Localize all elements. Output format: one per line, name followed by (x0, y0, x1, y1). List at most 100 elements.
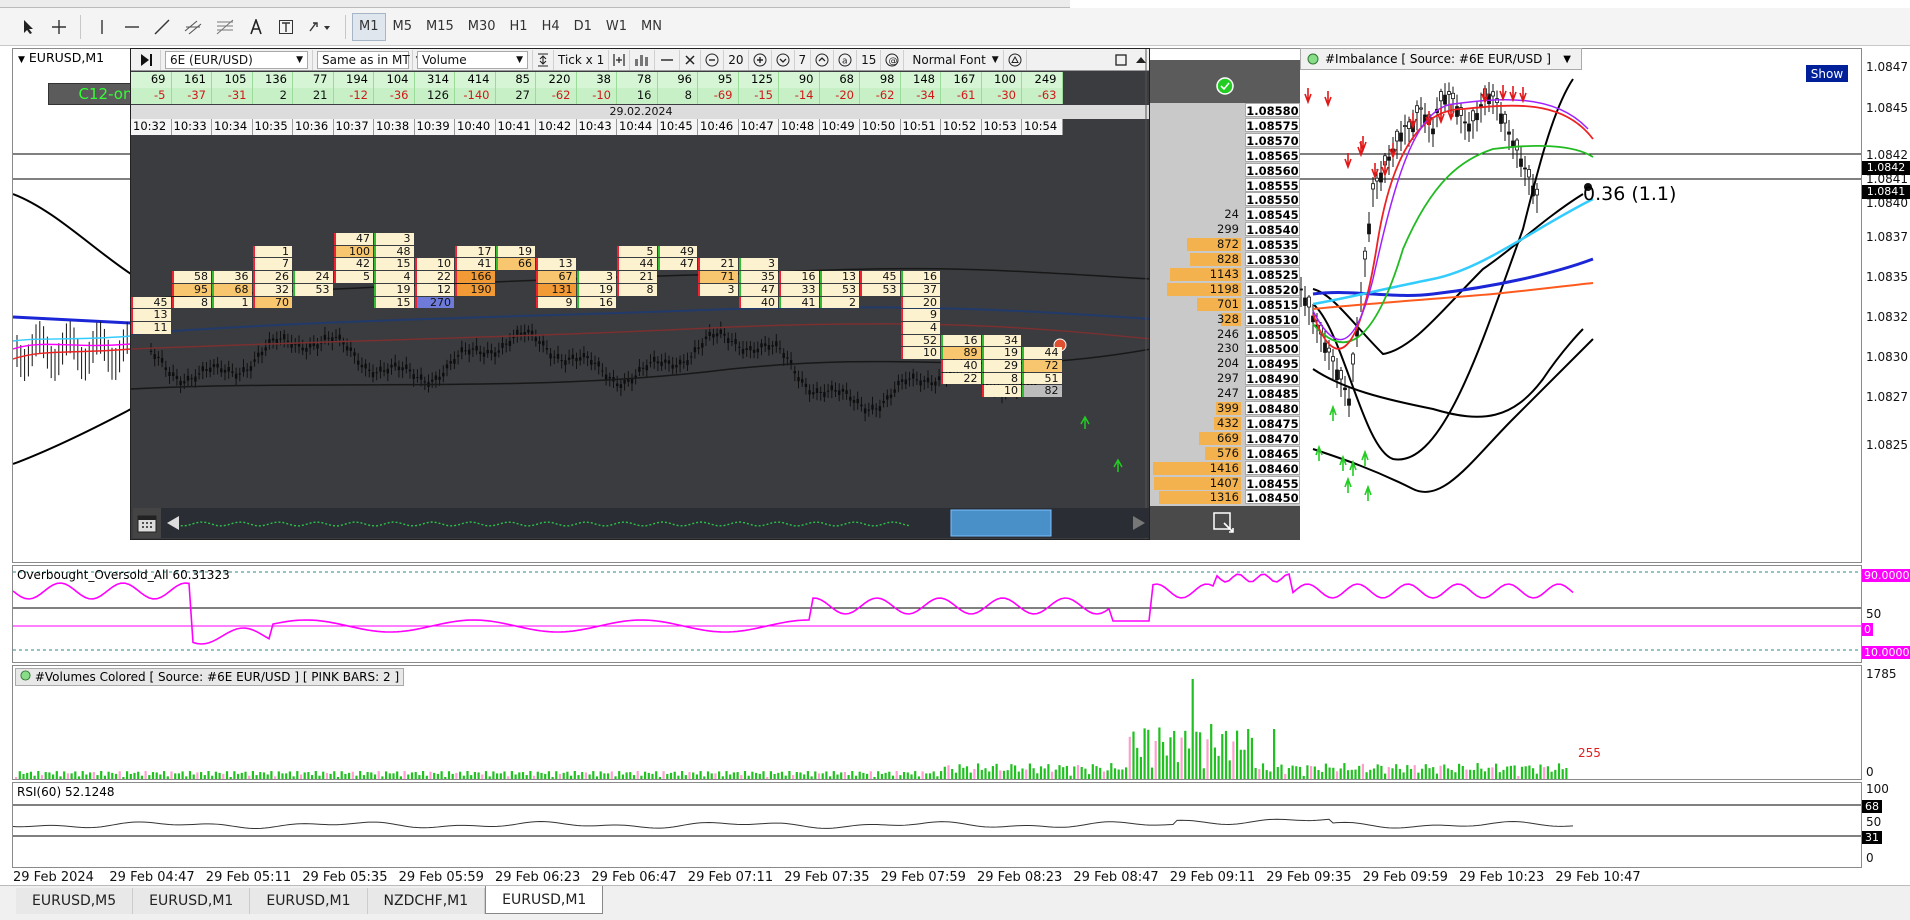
footprint-cell[interactable]: 15 (374, 296, 414, 309)
sort-button[interactable] (533, 49, 554, 70)
maximize-button[interactable] (1111, 50, 1131, 70)
metric-select[interactable]: Volume ▼ (413, 49, 533, 70)
ladder-price[interactable]: 1.08500 (1245, 341, 1300, 356)
footprint-cell[interactable]: 47 (333, 233, 373, 245)
footprint-cell[interactable]: 24 (293, 271, 333, 283)
alert-a-button[interactable]: a (834, 49, 858, 70)
footprint-cell[interactable]: 72 (1022, 360, 1062, 372)
alert-b-button[interactable]: @ (881, 49, 905, 70)
footprint-cell[interactable]: 37 (900, 283, 940, 296)
footprint-cell[interactable]: 40 (738, 296, 778, 309)
ladder-price[interactable]: 1.08450 (1245, 490, 1300, 505)
footprint-cell[interactable]: 47 (738, 283, 778, 296)
footprint-cell[interactable]: 45 (860, 271, 900, 283)
footprint-cell[interactable]: 22 (414, 271, 454, 283)
footprint-cell[interactable]: 19 (374, 283, 414, 296)
play-button[interactable] (131, 49, 161, 70)
footprint-cell[interactable]: 1 (212, 296, 252, 309)
tab-eurusd-m1[interactable]: EURUSD,M1 (485, 886, 604, 914)
show-button[interactable]: Show (1805, 64, 1849, 83)
ladder-price[interactable]: 1.08520 (1245, 281, 1300, 297)
footprint-cell[interactable]: 11 (131, 322, 171, 334)
warning-button[interactable] (1004, 49, 1028, 70)
footprint-cell[interactable]: 26 (252, 271, 292, 283)
tab-eurusd-m5[interactable]: EURUSD,M5 (16, 888, 134, 914)
ladder-price[interactable]: 1.08530 (1245, 252, 1300, 267)
footprint-cell[interactable]: 89 (941, 347, 981, 360)
footprint-cell[interactable]: 12 (414, 283, 454, 296)
price-scale[interactable]: 1.0847 1.0845 1.0842 1.0841 1.0840 1.0837 1.08… (1862, 48, 1910, 563)
ladder-price[interactable]: 1.08545 (1245, 207, 1300, 222)
footprint-cell[interactable]: 7 (252, 258, 292, 271)
orderflow-scroller[interactable] (161, 508, 1149, 538)
timeframe-m5[interactable]: M5 (386, 13, 420, 41)
footprint-cell[interactable]: 53 (293, 283, 333, 296)
footprint-cell[interactable]: 20 (900, 296, 940, 309)
footprint-cell[interactable]: 4 (900, 322, 940, 334)
footprint-cell[interactable]: 52 (900, 334, 940, 347)
timeframe-m1[interactable]: M1 (352, 12, 386, 41)
footprint-cell[interactable]: 13 (819, 271, 859, 283)
footprint-cell[interactable]: 16 (900, 271, 940, 283)
instrument-select[interactable]: 6E (EUR/USD) ▼ (161, 49, 313, 70)
footprint-cell[interactable]: 71 (698, 271, 738, 283)
level-down-button[interactable] (772, 49, 795, 70)
footprint-cell[interactable]: 190 (455, 283, 495, 296)
ladder-price[interactable]: 1.08505 (1245, 326, 1300, 342)
ladder-price[interactable]: 1.08540 (1245, 222, 1300, 237)
fit-screen-icon[interactable] (1212, 511, 1236, 535)
footprint-cell[interactable]: 5 (333, 271, 373, 283)
footprint-cell[interactable]: 66 (495, 258, 535, 271)
footprint-cell[interactable]: 33 (779, 283, 819, 296)
footprint-cell[interactable]: 19 (576, 283, 616, 296)
footprint-cell[interactable]: 3 (576, 271, 616, 283)
footprint-cell[interactable]: 10 (900, 347, 940, 360)
volume-panel[interactable]: #Volumes Colored [ Source: #6E EUR/USD ]… (12, 665, 1862, 780)
footprint-cell[interactable]: 16 (941, 334, 981, 347)
vertical-line-tool[interactable] (87, 13, 117, 41)
footprint-cell[interactable]: 4 (374, 271, 414, 283)
footprint-cell[interactable]: 41 (455, 258, 495, 271)
footprint-cell[interactable]: 42 (333, 258, 373, 271)
footprint-cell[interactable]: 95 (171, 283, 211, 296)
footprint-cell[interactable]: 100 (333, 245, 373, 258)
footprint-cell[interactable]: 21 (698, 258, 738, 271)
ladder-price[interactable]: 1.08475 (1245, 415, 1300, 431)
ladder-price[interactable]: 1.08490 (1245, 371, 1300, 386)
footprint-cell[interactable]: 16 (779, 271, 819, 283)
footprint-cell[interactable]: 67 (536, 271, 576, 283)
ladder-price[interactable]: 1.08480 (1245, 401, 1300, 416)
footprint-cell[interactable]: 70 (252, 296, 292, 309)
cursor-tool[interactable] (14, 13, 44, 41)
horizontal-line-tool[interactable] (117, 13, 147, 41)
footprint-cell[interactable]: 17 (455, 245, 495, 258)
bar-width-button[interactable] (655, 49, 681, 70)
footprint-cell[interactable]: 166 (455, 271, 495, 283)
footprint-cell[interactable]: 5 (617, 245, 657, 258)
ladder-price[interactable]: 1.08510 (1245, 311, 1300, 327)
footprint-cell[interactable]: 3 (374, 233, 414, 245)
timeframe-m30[interactable]: M30 (461, 13, 503, 41)
footprint-cell[interactable]: 36 (212, 271, 252, 283)
ladder-price[interactable]: 1.08470 (1245, 430, 1300, 446)
ladder-price[interactable]: 1.08525 (1245, 266, 1300, 282)
footprint-cell[interactable]: 44 (617, 258, 657, 271)
footprint-cell[interactable]: 41 (779, 296, 819, 309)
footprint-cell[interactable]: 53 (819, 283, 859, 296)
ladder-price[interactable]: 1.08560 (1245, 162, 1300, 178)
footprint-cell[interactable]: 10 (414, 258, 454, 271)
footprint-cell[interactable]: 32 (252, 283, 292, 296)
timeframe-m15[interactable]: M15 (419, 13, 461, 41)
footprint-cell[interactable]: 15 (374, 258, 414, 271)
footprint-cell[interactable]: 51 (1022, 372, 1062, 385)
ladder-price[interactable]: 1.08575 (1245, 117, 1300, 133)
check-circle-icon[interactable] (1215, 76, 1235, 96)
footprint-cell[interactable]: 8 (617, 283, 657, 296)
fibonacci-tool[interactable] (209, 13, 241, 41)
footprint-cell[interactable]: 13 (131, 309, 171, 321)
footprint-cell[interactable]: 16 (576, 296, 616, 309)
ladder-price[interactable]: 1.08535 (1245, 237, 1300, 252)
footprint-cell[interactable]: 58 (171, 271, 211, 283)
ladder-price[interactable]: 1.08570 (1245, 132, 1300, 148)
ladder-price[interactable]: 1.08555 (1245, 177, 1300, 193)
